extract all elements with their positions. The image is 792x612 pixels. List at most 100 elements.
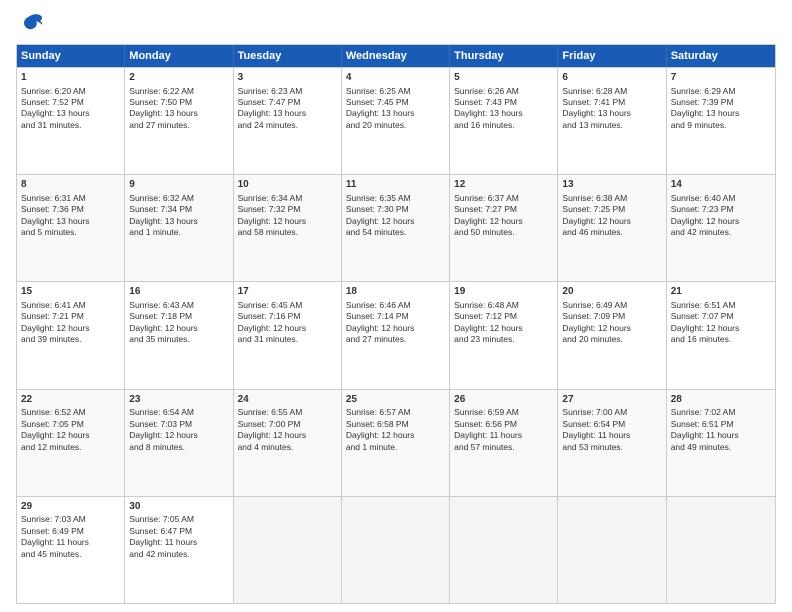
- day-number: 14: [671, 178, 771, 192]
- day-info-line: Sunset: 6:49 PM: [21, 526, 120, 537]
- day-info-line: and 45 minutes.: [21, 549, 120, 560]
- day-number: 18: [346, 285, 445, 299]
- day-info-line: and 1 minute.: [346, 442, 445, 453]
- calendar-day-14: 14Sunrise: 6:40 AMSunset: 7:23 PMDayligh…: [667, 175, 775, 281]
- day-info-line: Sunrise: 6:55 AM: [238, 407, 337, 418]
- day-info-line: Sunset: 7:23 PM: [671, 204, 771, 215]
- day-info-line: and 39 minutes.: [21, 334, 120, 345]
- day-info-line: Sunrise: 6:31 AM: [21, 193, 120, 204]
- day-info-line: and 42 minutes.: [129, 549, 228, 560]
- day-info-line: Daylight: 12 hours: [454, 323, 553, 334]
- day-number: 28: [671, 393, 771, 407]
- day-info-line: Sunrise: 6:46 AM: [346, 300, 445, 311]
- day-info-line: Daylight: 12 hours: [238, 216, 337, 227]
- calendar-day-23: 23Sunrise: 6:54 AMSunset: 7:03 PMDayligh…: [125, 390, 233, 496]
- day-info-line: Sunrise: 6:43 AM: [129, 300, 228, 311]
- day-info-line: Daylight: 12 hours: [238, 430, 337, 441]
- day-number: 12: [454, 178, 553, 192]
- day-number: 7: [671, 71, 771, 85]
- day-info-line: Sunrise: 6:37 AM: [454, 193, 553, 204]
- day-info-line: Daylight: 12 hours: [21, 430, 120, 441]
- day-info-line: Sunrise: 6:45 AM: [238, 300, 337, 311]
- calendar-day-9: 9Sunrise: 6:32 AMSunset: 7:34 PMDaylight…: [125, 175, 233, 281]
- calendar-day-22: 22Sunrise: 6:52 AMSunset: 7:05 PMDayligh…: [17, 390, 125, 496]
- logo-bird-icon: [16, 12, 44, 36]
- header-day-friday: Friday: [558, 45, 666, 67]
- day-info-line: Daylight: 13 hours: [671, 108, 771, 119]
- day-info-line: Sunrise: 6:29 AM: [671, 86, 771, 97]
- day-info-line: Sunset: 7:43 PM: [454, 97, 553, 108]
- day-info-line: and 13 minutes.: [562, 120, 661, 131]
- day-number: 11: [346, 178, 445, 192]
- day-info-line: and 27 minutes.: [129, 120, 228, 131]
- day-info-line: Sunrise: 6:32 AM: [129, 193, 228, 204]
- day-number: 23: [129, 393, 228, 407]
- day-number: 13: [562, 178, 661, 192]
- day-number: 22: [21, 393, 120, 407]
- header-day-wednesday: Wednesday: [342, 45, 450, 67]
- day-number: 29: [21, 500, 120, 514]
- day-info-line: Sunset: 7:30 PM: [346, 204, 445, 215]
- day-info-line: and 53 minutes.: [562, 442, 661, 453]
- calendar-day-10: 10Sunrise: 6:34 AMSunset: 7:32 PMDayligh…: [234, 175, 342, 281]
- day-info-line: Sunset: 7:45 PM: [346, 97, 445, 108]
- day-number: 20: [562, 285, 661, 299]
- day-info-line: and 16 minutes.: [454, 120, 553, 131]
- day-info-line: Sunrise: 7:02 AM: [671, 407, 771, 418]
- day-info-line: Daylight: 13 hours: [129, 108, 228, 119]
- day-info-line: Daylight: 12 hours: [21, 323, 120, 334]
- day-info-line: Sunrise: 6:25 AM: [346, 86, 445, 97]
- day-info-line: Sunset: 7:36 PM: [21, 204, 120, 215]
- day-info-line: Sunset: 7:03 PM: [129, 419, 228, 430]
- day-info-line: Sunrise: 6:28 AM: [562, 86, 661, 97]
- day-number: 5: [454, 71, 553, 85]
- day-info-line: and 58 minutes.: [238, 227, 337, 238]
- header-day-monday: Monday: [125, 45, 233, 67]
- calendar-day-1: 1Sunrise: 6:20 AMSunset: 7:52 PMDaylight…: [17, 68, 125, 174]
- calendar-empty-cell: [450, 497, 558, 603]
- day-info-line: and 35 minutes.: [129, 334, 228, 345]
- logo: [16, 12, 48, 36]
- calendar-empty-cell: [234, 497, 342, 603]
- day-info-line: Sunrise: 7:03 AM: [21, 514, 120, 525]
- day-info-line: Sunrise: 7:00 AM: [562, 407, 661, 418]
- header-day-saturday: Saturday: [667, 45, 775, 67]
- calendar-empty-cell: [558, 497, 666, 603]
- calendar-day-24: 24Sunrise: 6:55 AMSunset: 7:00 PMDayligh…: [234, 390, 342, 496]
- day-info-line: Sunset: 7:07 PM: [671, 311, 771, 322]
- day-number: 2: [129, 71, 228, 85]
- day-info-line: Sunrise: 6:54 AM: [129, 407, 228, 418]
- day-info-line: and 46 minutes.: [562, 227, 661, 238]
- calendar-day-30: 30Sunrise: 7:05 AMSunset: 6:47 PMDayligh…: [125, 497, 233, 603]
- day-number: 15: [21, 285, 120, 299]
- day-info-line: Daylight: 11 hours: [129, 537, 228, 548]
- day-number: 24: [238, 393, 337, 407]
- day-info-line: Sunset: 6:47 PM: [129, 526, 228, 537]
- day-info-line: Sunrise: 6:52 AM: [21, 407, 120, 418]
- day-info-line: Sunrise: 6:41 AM: [21, 300, 120, 311]
- header-day-sunday: Sunday: [17, 45, 125, 67]
- calendar-week-5: 29Sunrise: 7:03 AMSunset: 6:49 PM Dayligh…: [17, 496, 775, 603]
- day-info-line: Daylight: 12 hours: [562, 216, 661, 227]
- calendar-day-28: 28Sunrise: 7:02 AMSunset: 6:51 PMDayligh…: [667, 390, 775, 496]
- day-info-line: Sunset: 7:32 PM: [238, 204, 337, 215]
- day-info-line: Sunset: 6:58 PM: [346, 419, 445, 430]
- calendar-day-2: 2Sunrise: 6:22 AMSunset: 7:50 PMDaylight…: [125, 68, 233, 174]
- day-info-line: and 49 minutes.: [671, 442, 771, 453]
- day-info-line: Daylight: 12 hours: [346, 430, 445, 441]
- day-info-line: Sunrise: 6:57 AM: [346, 407, 445, 418]
- day-info-line: Sunset: 7:18 PM: [129, 311, 228, 322]
- day-info-line: Sunset: 7:00 PM: [238, 419, 337, 430]
- day-info-line: Sunset: 7:16 PM: [238, 311, 337, 322]
- day-info-line: and 9 minutes.: [671, 120, 771, 131]
- calendar-day-26: 26Sunrise: 6:59 AMSunset: 6:56 PMDayligh…: [450, 390, 558, 496]
- day-info-line: Sunset: 6:51 PM: [671, 419, 771, 430]
- calendar-day-15: 15Sunrise: 6:41 AMSunset: 7:21 PMDayligh…: [17, 282, 125, 388]
- day-info-line: and 24 minutes.: [238, 120, 337, 131]
- header-day-tuesday: Tuesday: [234, 45, 342, 67]
- day-info-line: Sunset: 6:56 PM: [454, 419, 553, 430]
- day-info-line: Daylight: 12 hours: [454, 216, 553, 227]
- day-info-line: Daylight: 12 hours: [671, 323, 771, 334]
- day-info-line: Sunset: 7:14 PM: [346, 311, 445, 322]
- day-number: 8: [21, 178, 120, 192]
